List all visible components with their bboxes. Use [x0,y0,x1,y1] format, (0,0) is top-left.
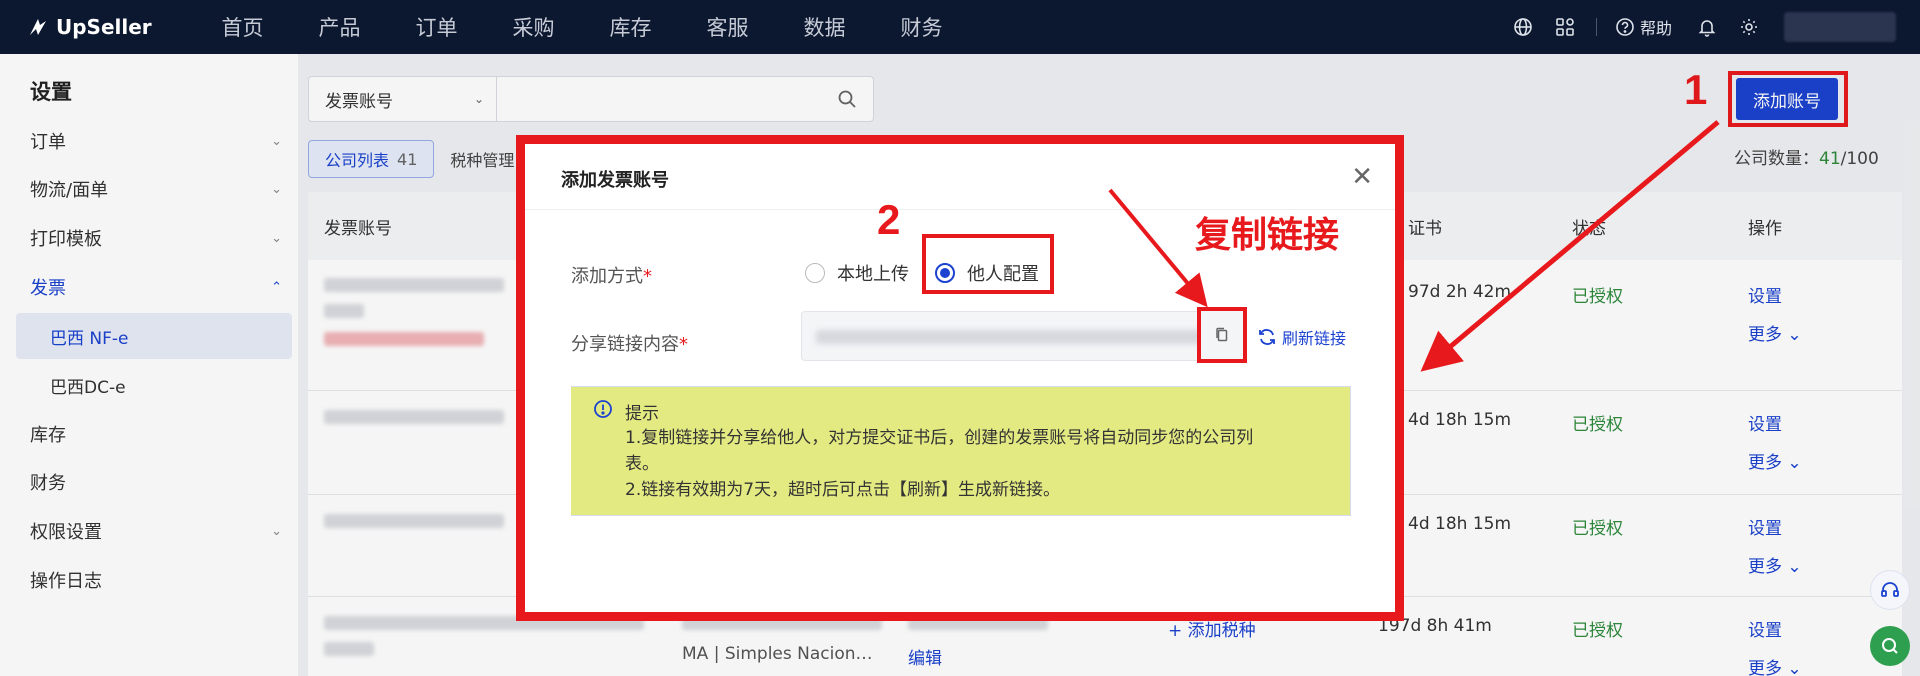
main-nav: 首页 产品 订单 采购 库存 客服 数据 财务 [194,12,970,42]
dialog-header: 添加发票账号 ✕ [525,144,1395,210]
refresh-label: 刷新链接 [1282,329,1347,348]
nav-products[interactable]: 产品 [291,12,388,42]
top-right-tools: 帮助 [1502,0,1920,54]
tip-line-1: 1.复制链接并分享给他人，对方提交证书后，创建的发票账号将自动同步您的公司列 [625,428,1254,448]
annotation-step-2: 2 [877,196,901,243]
bell-icon[interactable] [1686,0,1728,54]
nav-orders[interactable]: 订单 [388,12,485,42]
logo-text: UpSeller [56,15,152,39]
annotation-highlight-other-config [922,234,1054,294]
add-method-text: 添加方式 [571,266,643,287]
copy-icon [1216,327,1228,342]
add-invoice-account-dialog: 添加发票账号 ✕ 添加方式* 本地上传 他人配置 2 复制链接 分享链接内容* … [516,135,1404,621]
tip-line-1-cont: 表。 [625,454,659,474]
support-headset-button[interactable] [1870,570,1910,610]
chat-icon [1882,638,1898,654]
annotation-copy-link: 复制链接 [1195,215,1340,256]
tip-title: 提示 [625,404,659,424]
nav-customer-service[interactable]: 客服 [679,12,776,42]
apps-grid-icon[interactable] [1544,0,1586,54]
nav-finance[interactable]: 财务 [873,12,970,42]
share-link-text: 分享链接内容 [571,334,679,355]
upseller-logo[interactable]: UpSeller [26,15,194,39]
logo-icon [30,19,46,35]
share-link-label: 分享链接内容* [571,330,688,356]
refresh-icon [1259,329,1275,345]
close-icon[interactable]: ✕ [1351,164,1373,190]
chat-button[interactable] [1870,626,1910,666]
top-nav-bar: UpSeller 首页 产品 订单 采购 库存 客服 数据 财务 帮助 [0,0,1920,54]
tip-line-2: 2.链接有效期为7天，超时后可点击【刷新】生成新链接。 [625,480,1061,500]
required-mark: * [679,334,688,355]
radio-label: 本地上传 [837,264,909,285]
user-account-menu[interactable] [1784,12,1896,42]
tip-box: 提示 1.复制链接并分享给他人，对方提交证书后，创建的发票账号将自动同步您的公司… [571,386,1351,516]
add-method-label: 添加方式* [571,262,652,288]
nav-data[interactable]: 数据 [776,12,873,42]
gear-icon[interactable] [1728,0,1770,54]
divider [1595,18,1597,36]
help-label: 帮助 [1639,19,1672,38]
nav-inventory[interactable]: 库存 [582,12,679,42]
radio-circle [805,263,825,283]
required-mark: * [643,266,652,287]
nav-purchase[interactable]: 采购 [485,12,582,42]
nav-home[interactable]: 首页 [194,12,291,42]
radio-local-upload[interactable]: 本地上传 [805,260,909,286]
dialog-title: 添加发票账号 [561,170,669,191]
refresh-link-button[interactable]: 刷新链接 [1257,325,1346,349]
share-link-field[interactable] [801,311,1243,361]
help-link[interactable]: 帮助 [1615,15,1672,39]
blurred-link-value [816,330,1206,344]
headset-icon [1881,582,1899,597]
copy-link-button[interactable] [1197,307,1247,363]
info-icon [594,400,612,418]
globe-icon[interactable] [1502,0,1544,54]
help-icon [1616,18,1634,36]
